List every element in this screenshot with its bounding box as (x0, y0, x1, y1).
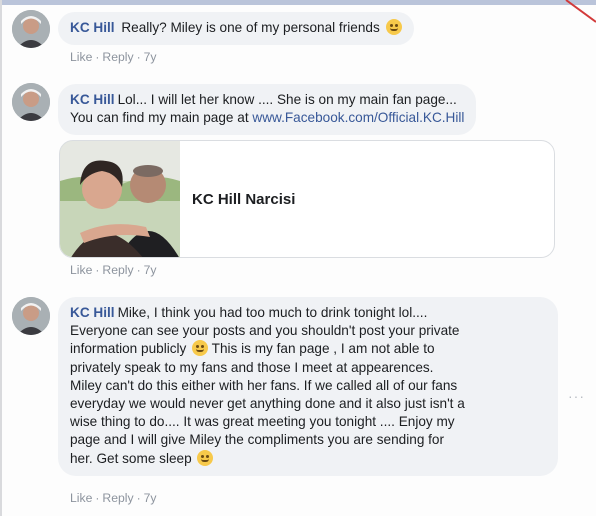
comment-text: Lol... I will let her know .... She is o… (117, 92, 457, 107)
comment-time[interactable]: 7y (144, 50, 157, 64)
link-preview-card[interactable]: KC Hill Narcisi (59, 140, 555, 258)
comment-bubble: KC Hill Really? Miley is one of my perso… (58, 12, 414, 46)
comment-author[interactable]: KC Hill (70, 92, 115, 107)
avatar[interactable] (12, 297, 50, 335)
comment-text: Really? Miley is one of my personal frie… (121, 20, 380, 35)
smile-emoji-icon (197, 449, 214, 466)
comment-thread: KC Hill Really? Miley is one of my perso… (0, 0, 596, 516)
comment-text: You can find my main page at (70, 110, 249, 126)
like-link[interactable]: Like (70, 491, 92, 505)
smile-emoji-icon (192, 340, 209, 357)
reply-link[interactable]: Reply (102, 50, 133, 64)
card-title[interactable]: KC Hill Narcisi (192, 191, 295, 208)
avatar[interactable] (12, 83, 50, 121)
like-link[interactable]: Like (70, 50, 92, 64)
smile-emoji-icon (385, 19, 402, 35)
top-border (2, 0, 596, 5)
comment-author[interactable]: KC Hill (70, 305, 115, 320)
reply-link[interactable]: Reply (102, 263, 133, 277)
avatar[interactable] (12, 10, 50, 48)
comment-actions: Like · Reply · 7y (70, 263, 157, 277)
comment-actions: Like · Reply · 7y (70, 491, 157, 505)
comment-text: This is my fan page , I am not able to p… (70, 341, 465, 466)
reply-link[interactable]: Reply (102, 491, 133, 505)
comment-actions: Like · Reply · 7y (70, 50, 157, 64)
comment-bubble: KC Hill Mike, I think you had too much to… (58, 297, 558, 476)
fan-page-link[interactable]: www.Facebook.com/Official.KC.Hill (252, 110, 464, 125)
profile-photo (60, 141, 180, 257)
comment-author[interactable]: KC Hill (70, 20, 115, 35)
comment-time[interactable]: 7y (144, 491, 157, 505)
more-options-icon[interactable]: ··· (568, 388, 585, 404)
red-annotation-line (565, 0, 596, 23)
comment-time[interactable]: 7y (144, 263, 157, 277)
comment-bubble: KC Hill Lol... I will let her know .... S… (58, 84, 477, 136)
like-link[interactable]: Like (70, 263, 92, 277)
